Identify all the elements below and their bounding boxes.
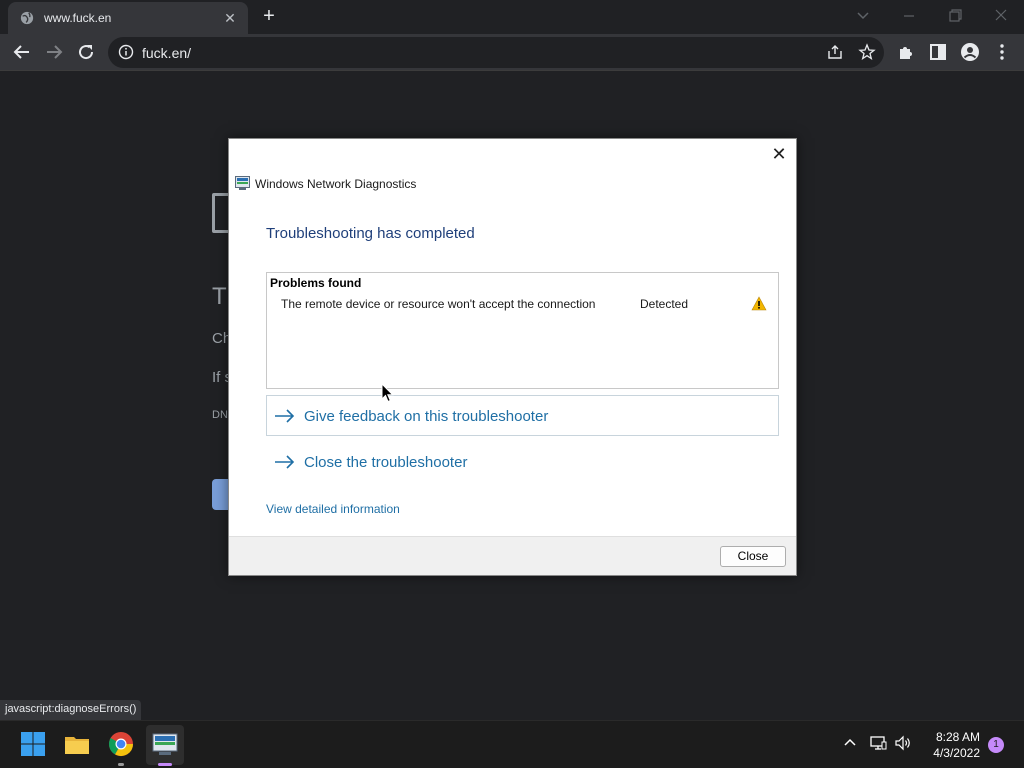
tab-strip: www.fuck.en ✕ + [0, 0, 1024, 34]
start-windows-icon[interactable] [18, 729, 48, 759]
chrome-icon[interactable] [106, 729, 136, 759]
share-icon[interactable] [826, 43, 844, 61]
address-text[interactable]: fuck.en/ [142, 45, 191, 61]
volume-icon[interactable] [893, 733, 913, 753]
window-close-icon[interactable] [989, 6, 1013, 26]
notification-badge[interactable]: 1 [988, 737, 1004, 753]
chrome-running-indicator [118, 763, 124, 766]
file-explorer-icon[interactable] [62, 729, 92, 759]
dialog-app-title: Windows Network Diagnostics [255, 177, 417, 191]
minimize-icon[interactable] [897, 6, 921, 26]
show-hidden-icons-chevron-icon[interactable] [840, 733, 860, 753]
network-diagnostics-taskbar-icon[interactable] [150, 729, 180, 759]
close-troubleshooter-link[interactable]: Close the troubleshooter [274, 449, 467, 475]
error-code: DN [212, 409, 228, 421]
arrow-right-icon [275, 455, 295, 469]
profile-icon[interactable] [958, 40, 982, 64]
problem-description: The remote device or resource won't acce… [281, 297, 596, 311]
problems-header: Problems found [270, 276, 362, 290]
mouse-cursor-icon [381, 383, 394, 403]
taskbar-clock[interactable]: 8:28 AM 4/3/2022 [924, 729, 980, 761]
tab-title: www.fuck.en [44, 11, 112, 25]
give-feedback-link[interactable]: Give feedback on this troubleshooter [274, 403, 548, 429]
reload-icon[interactable] [74, 40, 98, 64]
arrow-right-icon [275, 409, 295, 423]
clock-time: 8:28 AM [935, 730, 980, 744]
browser-toolbar: fuck.en/ [0, 34, 1024, 71]
restore-icon[interactable] [943, 6, 967, 26]
tab-search-icon[interactable] [851, 6, 875, 26]
status-url-bubble: javascript:diagnoseErrors() [0, 700, 142, 720]
browser-tab[interactable]: www.fuck.en ✕ [8, 2, 248, 34]
forward-icon[interactable] [42, 40, 66, 64]
network-diagnostics-dialog: ✕ Windows Network Diagnostics Troublesho… [228, 138, 797, 576]
problem-status: Detected [640, 297, 689, 311]
view-detailed-information-link[interactable]: View detailed information [266, 502, 400, 516]
dialog-close-icon[interactable]: ✕ [768, 143, 790, 165]
back-icon[interactable] [10, 40, 34, 64]
bookmark-star-icon[interactable] [858, 43, 876, 61]
problems-list: Problems found The remote device or reso… [266, 272, 779, 389]
side-panel-icon[interactable] [926, 40, 950, 64]
dialog-heading: Troubleshooting has completed [266, 225, 475, 242]
close-troubleshooter-label: Close the troubleshooter [304, 453, 468, 471]
extensions-icon[interactable] [894, 40, 918, 64]
warning-icon [751, 296, 767, 311]
dialog-footer: Close [229, 536, 796, 575]
network-diagnostics-icon [235, 176, 250, 190]
tab-close-icon[interactable]: ✕ [222, 10, 238, 26]
globe-icon [20, 11, 34, 25]
problem-row[interactable]: The remote device or resource won't acce… [267, 295, 778, 313]
site-info-icon[interactable] [118, 44, 134, 60]
taskbar: 8:28 AM 4/3/2022 1 [0, 720, 1024, 768]
clock-date: 4/3/2022 [933, 746, 980, 760]
network-icon[interactable] [868, 733, 888, 753]
close-button[interactable]: Close [720, 546, 786, 567]
address-bar[interactable]: fuck.en/ [108, 37, 884, 68]
menu-kebab-icon[interactable] [990, 40, 1014, 64]
give-feedback-label: Give feedback on this troubleshooter [304, 407, 549, 425]
new-tab-button[interactable]: + [258, 6, 280, 28]
active-app-indicator [158, 763, 172, 766]
